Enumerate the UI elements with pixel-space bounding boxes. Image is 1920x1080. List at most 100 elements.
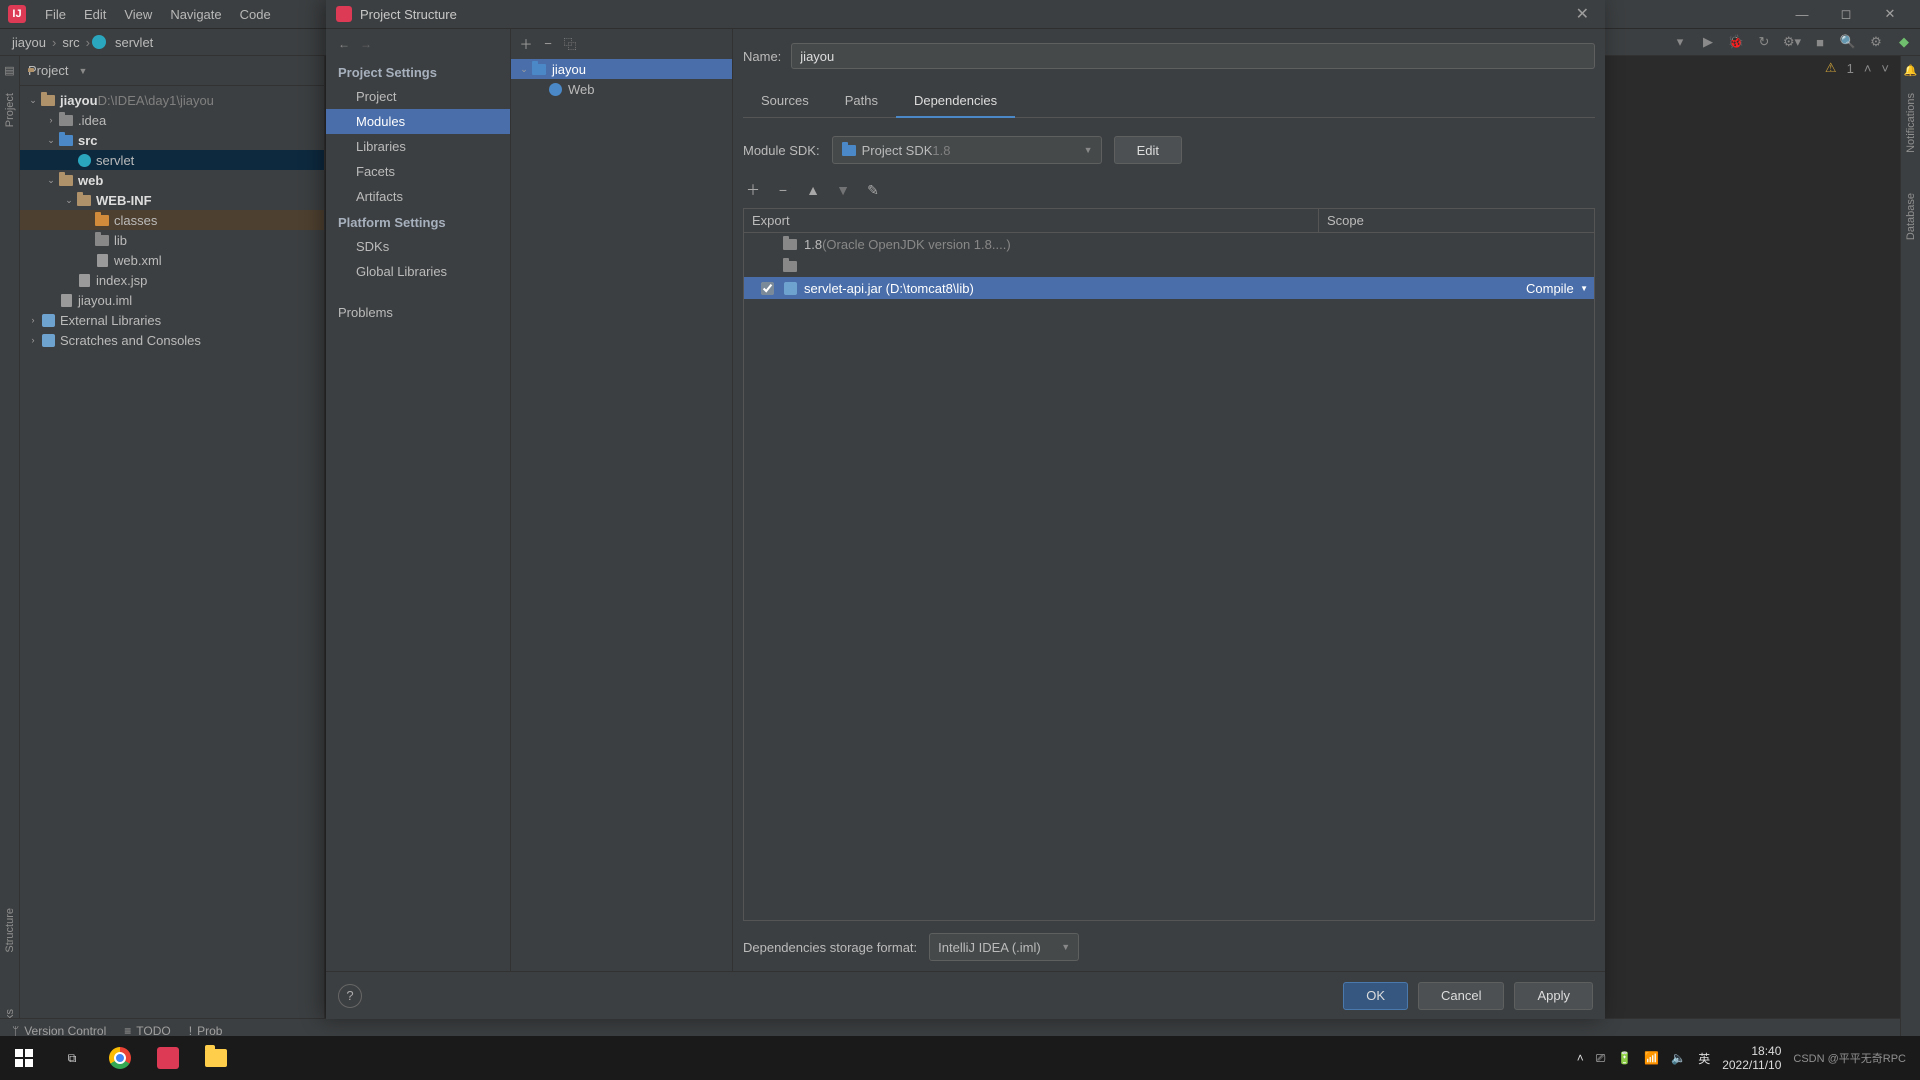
name-label: Name:	[743, 49, 781, 64]
nav-forward-button[interactable]: →	[360, 37, 372, 51]
inspections-widget[interactable]: ⚠ 1 ˄ ˅ ⋮	[1825, 60, 1912, 76]
tree-row[interactable]: ⌄src	[20, 130, 324, 150]
debug-icon[interactable]: 🐞	[1728, 34, 1744, 50]
folder-icon[interactable]: ▤	[4, 64, 14, 77]
tree-row[interactable]: ›External Libraries	[20, 310, 324, 330]
tray-icon[interactable]: ⎚	[1596, 1051, 1606, 1066]
project-pane-header[interactable]: Project ▼	[20, 56, 324, 86]
tab-dependencies[interactable]: Dependencies	[896, 85, 1015, 118]
menu-file[interactable]: File	[36, 7, 75, 22]
menu-edit[interactable]: Edit	[75, 7, 115, 22]
tree-label: lib	[114, 233, 127, 248]
tree-row[interactable]: servlet	[20, 150, 324, 170]
dep-icon	[782, 258, 798, 274]
dependency-row[interactable]: servlet-api.jar (D:\tomcat8\lib)Compile …	[744, 277, 1594, 299]
module-sdk-combo[interactable]: Project SDK 1.8 ▼	[832, 136, 1102, 164]
run-icon[interactable]: ▶	[1700, 34, 1716, 50]
nav-item-global-libraries[interactable]: Global Libraries	[326, 259, 510, 284]
right-gutter: 🔔 Notifications Database	[1900, 56, 1920, 1038]
tab-paths[interactable]: Paths	[827, 85, 896, 117]
folder grey-icon	[94, 232, 110, 248]
chevron-up-icon[interactable]: ˄	[1864, 61, 1872, 76]
tree-row[interactable]: classes	[20, 210, 324, 230]
tree-label: jiayou	[60, 93, 98, 108]
export-checkbox[interactable]	[761, 282, 774, 295]
tree-row[interactable]: index.jsp	[20, 270, 324, 290]
nav-item-libraries[interactable]: Libraries	[326, 134, 510, 159]
breadcrumb-leaf[interactable]: servlet	[111, 35, 157, 50]
dependency-row[interactable]	[744, 255, 1594, 277]
sync-icon[interactable]: ◆	[1896, 34, 1912, 50]
remove-dependency-button[interactable]: −	[773, 180, 793, 200]
tree-row[interactable]: ⌄jiayou D:\IDEA\day1\jiayou	[20, 90, 324, 110]
tree-row[interactable]: ›.idea	[20, 110, 324, 130]
caret-down-icon[interactable]: ▾	[1672, 34, 1688, 50]
taskbar-chrome[interactable]	[96, 1036, 144, 1080]
tree-row[interactable]: jiayou.iml	[20, 290, 324, 310]
taskview-icon[interactable]: ⧉	[48, 1036, 96, 1080]
remove-module-button[interactable]: −	[537, 32, 559, 54]
nav-item-modules[interactable]: Modules	[326, 109, 510, 134]
move-down-button[interactable]: ▼	[833, 180, 853, 200]
dialog-close-button[interactable]: ✕	[1570, 4, 1595, 24]
tray-clock[interactable]: 18:40 2022/11/10	[1722, 1044, 1781, 1073]
bell-icon[interactable]: 🔔	[1904, 64, 1918, 77]
window-maximize[interactable]: ◻	[1824, 0, 1868, 28]
tree-row[interactable]: lib	[20, 230, 324, 250]
expand-icon: ⌄	[26, 95, 40, 106]
ok-button[interactable]: OK	[1343, 982, 1408, 1010]
module-name-input[interactable]	[791, 43, 1595, 69]
tree-row[interactable]: web.xml	[20, 250, 324, 270]
menu-code[interactable]: Code	[231, 7, 280, 22]
window-minimize[interactable]: —	[1780, 0, 1824, 28]
nav-item-facets[interactable]: Facets	[326, 159, 510, 184]
gutter-project[interactable]: Project	[4, 93, 16, 127]
storage-format-combo[interactable]: IntelliJ IDEA (.iml) ▼	[929, 933, 1079, 961]
gutter-database[interactable]: Database	[1905, 193, 1917, 240]
start-button[interactable]	[0, 1036, 48, 1080]
dependency-row[interactable]: 1.8 (Oracle OpenJDK version 1.8....)	[744, 233, 1594, 255]
nav-item-artifacts[interactable]: Artifacts	[326, 184, 510, 209]
add-dependency-button[interactable]: ＋	[743, 180, 763, 200]
add-module-button[interactable]: ＋	[515, 32, 537, 54]
module-tree-item[interactable]: Web	[511, 79, 732, 99]
apply-button[interactable]: Apply	[1514, 982, 1593, 1010]
chevron-down-icon[interactable]: ˅	[1881, 61, 1889, 76]
gutter-notifications[interactable]: Notifications	[1905, 93, 1917, 153]
tray-battery-icon[interactable]: 🔋	[1617, 1051, 1632, 1065]
settings-icon[interactable]: ⚙	[1868, 34, 1884, 50]
profiler-icon[interactable]: ⚙▾	[1784, 34, 1800, 50]
tray-wifi-icon[interactable]: 📶	[1644, 1051, 1659, 1065]
nav-item-project[interactable]: Project	[326, 84, 510, 109]
stop-icon[interactable]: ■	[1812, 34, 1828, 50]
nav-item-sdks[interactable]: SDKs	[326, 234, 510, 259]
chevron-down-icon: ⌄	[517, 64, 531, 75]
edit-dependency-button[interactable]: ✎	[863, 180, 883, 200]
copy-module-button[interactable]: ⿻	[559, 32, 581, 54]
tray-ime[interactable]: 英	[1698, 1050, 1710, 1067]
help-button[interactable]: ?	[338, 984, 362, 1008]
nav-back-button[interactable]: ←	[338, 37, 350, 51]
window-close[interactable]: ✕	[1868, 0, 1912, 28]
tree-row[interactable]: ›Scratches and Consoles	[20, 330, 324, 350]
move-up-button[interactable]: ▲	[803, 180, 823, 200]
tree-row[interactable]: ⌄web	[20, 170, 324, 190]
breadcrumb-root[interactable]: jiayou	[8, 35, 50, 50]
tray-chevron[interactable]: ˄	[1577, 1051, 1584, 1065]
tray-volume-icon[interactable]: 🔈	[1671, 1051, 1686, 1065]
taskbar-idea[interactable]	[144, 1036, 192, 1080]
gutter-structure[interactable]: Structure	[4, 908, 16, 953]
menu-view[interactable]: View	[115, 7, 161, 22]
tree-row[interactable]: ⌄WEB-INF	[20, 190, 324, 210]
module-tree-item[interactable]: ⌄ jiayou	[511, 59, 732, 79]
edit-sdk-button[interactable]: Edit	[1114, 136, 1182, 164]
taskbar-explorer[interactable]	[192, 1036, 240, 1080]
menu-navigate[interactable]: Navigate	[161, 7, 230, 22]
search-icon[interactable]: 🔍	[1840, 34, 1856, 50]
nav-problems[interactable]: Problems	[326, 300, 510, 325]
scope-combo[interactable]: Compile ▼	[1526, 281, 1594, 296]
cancel-button[interactable]: Cancel	[1418, 982, 1504, 1010]
breadcrumb-mid[interactable]: src	[58, 35, 83, 50]
coverage-icon[interactable]: ↻	[1756, 34, 1772, 50]
tab-sources[interactable]: Sources	[743, 85, 827, 117]
